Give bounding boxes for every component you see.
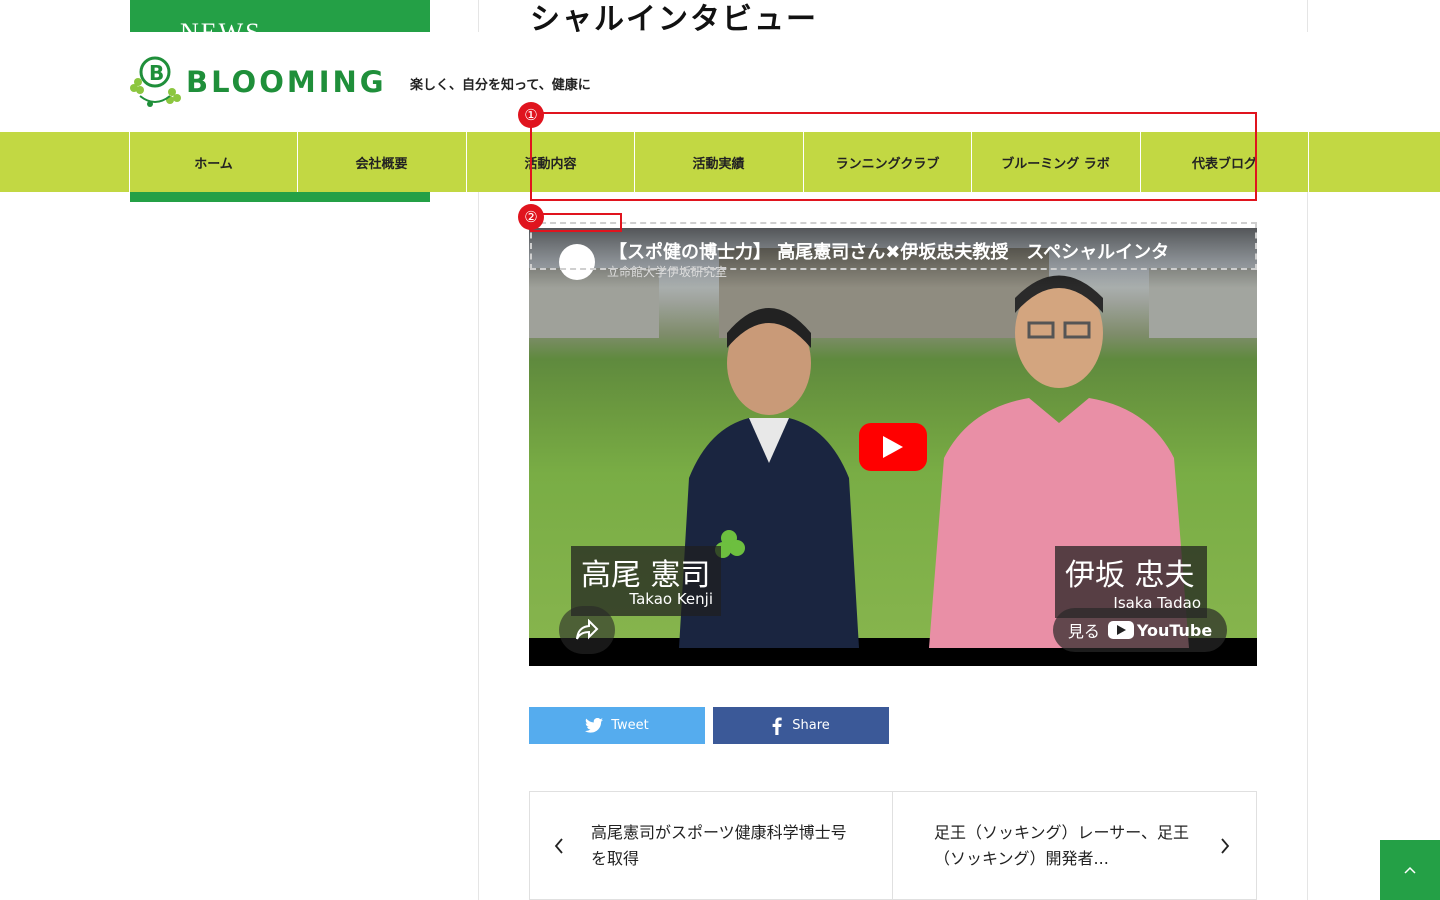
annotation-marker-2: ② [518, 204, 544, 230]
tweet-button[interactable]: Tweet [529, 707, 705, 744]
nav-item-company[interactable]: 会社概要 [297, 132, 465, 192]
sidebar-box-bottom [130, 192, 430, 202]
play-button[interactable] [859, 423, 927, 471]
site-logo[interactable]: B BLOOMING [130, 56, 387, 108]
video-share-button[interactable] [559, 606, 615, 654]
prev-post-link[interactable]: 高尾憲司がスポーツ健康科学博士号 を取得 [529, 791, 893, 900]
play-icon [883, 436, 903, 458]
svg-text:B: B [149, 61, 164, 85]
annotation-box-1 [530, 112, 1257, 201]
nav-divider [1308, 132, 1309, 192]
youtube-logo: YouTube [1107, 620, 1213, 640]
tweet-label: Tweet [611, 718, 649, 733]
twitter-bird-icon [585, 718, 604, 733]
name-left-en: Takao Kenji [629, 590, 713, 608]
site-tagline: 楽しく、自分を知って、健康に [410, 78, 591, 93]
name-left-jp: 高尾 憲司 [581, 558, 711, 593]
chevron-left-icon [554, 838, 563, 854]
chevron-right-icon [1221, 838, 1230, 854]
annotation-marker-1: ① [518, 102, 544, 128]
prev-post-title-line1: 高尾憲司がスポーツ健康科学博士号 [591, 823, 847, 842]
nav-item-home[interactable]: ホーム [129, 132, 297, 192]
sidebar-news-label: NEWS [180, 18, 262, 32]
watch-label: 見る [1067, 622, 1100, 641]
youtube-label: YouTube [1136, 620, 1213, 640]
watch-on-youtube-button[interactable]: 見る YouTube [1053, 608, 1227, 652]
logo-text: BLOOMING [186, 65, 387, 99]
share-label: Share [792, 718, 830, 733]
scroll-to-top-button[interactable] [1380, 840, 1440, 900]
facebook-icon [772, 716, 782, 735]
next-post-link[interactable]: 足王（ソッキング）レーサー、足王 （ソッキング）開発者... [892, 791, 1257, 900]
name-right-jp: 伊坂 忠夫 [1065, 558, 1195, 593]
facebook-share-button[interactable]: Share [713, 707, 889, 744]
blooming-clover-logo-icon: B [130, 56, 181, 107]
youtube-video-embed[interactable]: 高尾 憲司 Takao Kenji 伊坂 忠夫 Isaka Tadao 【スポ健… [529, 228, 1257, 666]
chevron-up-icon [1404, 866, 1416, 874]
dashed-selection-outline [530, 222, 1257, 270]
share-arrow-icon [576, 619, 599, 640]
next-post-title-line2: （ソッキング）開発者... [934, 849, 1109, 868]
next-post-title-line1: 足王（ソッキング）レーサー、足王 [934, 823, 1190, 842]
prev-post-title-line2: を取得 [591, 849, 640, 868]
youtube-play-icon [1107, 621, 1134, 639]
